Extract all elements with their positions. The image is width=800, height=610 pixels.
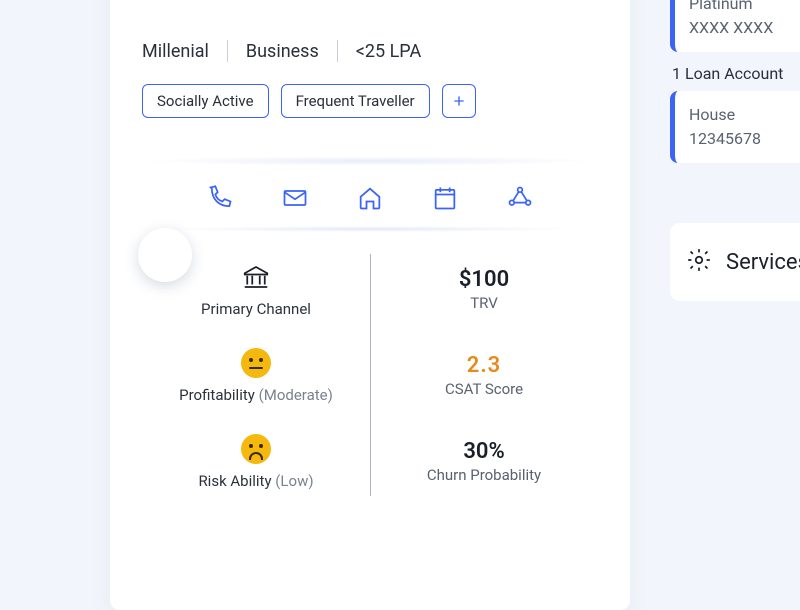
home-icon[interactable] [356, 184, 384, 212]
account-type: House [689, 103, 800, 127]
divider [227, 40, 228, 62]
divider-shadow [142, 156, 598, 166]
account-type: Platinum [689, 0, 800, 16]
demographics-row: Millenial Business <25 LPA [142, 40, 598, 62]
churn-label: Churn Probability [427, 466, 541, 484]
trv-label: TRV [470, 294, 498, 312]
primary-channel-label: Primary Channel [201, 300, 311, 318]
profitability-label: Profitability (Moderate) [179, 386, 333, 404]
right-column: Platinum XXXX XXXX 1 Loan Account House … [670, 0, 800, 301]
csat-label: CSAT Score [445, 380, 523, 398]
divider [337, 40, 338, 62]
platinum-account-card[interactable]: Platinum XXXX XXXX [670, 0, 800, 52]
income-label: <25 LPA [356, 41, 421, 62]
contact-channel-icons [142, 184, 598, 212]
segment-label: Millenial [142, 41, 209, 62]
calendar-icon[interactable] [431, 184, 459, 212]
neutral-face-icon [241, 346, 271, 380]
primary-channel-cell: Primary Channel [142, 246, 370, 332]
trv-cell: $100 TRV [370, 246, 598, 332]
share-icon[interactable] [506, 184, 534, 212]
sad-face-icon [241, 432, 271, 466]
occupation-label: Business [246, 41, 319, 62]
add-tag-button[interactable] [442, 84, 476, 118]
customer-profile-card: Millenial Business <25 LPA Socially Acti… [110, 0, 630, 610]
tags-row: Socially Active Frequent Traveller [142, 84, 598, 118]
metrics-grid: Primary Channel $100 TRV Profitability (… [142, 246, 598, 504]
churn-cell: 30% Churn Probability [370, 418, 598, 504]
churn-value: 30% [463, 439, 504, 464]
csat-cell: 2.3 CSAT Score [370, 332, 598, 418]
gear-icon [686, 247, 712, 277]
bank-icon [241, 260, 271, 294]
mail-icon[interactable] [281, 184, 309, 212]
loan-section-label: 1 Loan Account [672, 64, 800, 83]
house-loan-card[interactable]: House 12345678 [670, 91, 800, 163]
divider-shadow [162, 226, 578, 232]
services-title: Services [726, 250, 800, 275]
services-panel[interactable]: Services [670, 223, 800, 301]
csat-value: 2.3 [467, 353, 501, 378]
tag-socially-active[interactable]: Socially Active [142, 84, 269, 118]
tag-frequent-traveller[interactable]: Frequent Traveller [281, 84, 430, 118]
account-number-masked: XXXX XXXX [689, 16, 800, 40]
risk-cell: Risk Ability (Low) [142, 418, 370, 504]
risk-label: Risk Ability (Low) [198, 472, 313, 490]
trv-value: $100 [459, 267, 509, 292]
phone-icon[interactable] [206, 184, 234, 212]
account-number: 12345678 [689, 127, 800, 151]
profitability-cell: Profitability (Moderate) [142, 332, 370, 418]
